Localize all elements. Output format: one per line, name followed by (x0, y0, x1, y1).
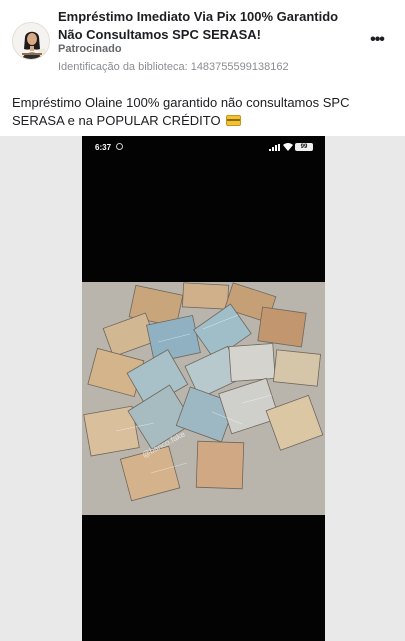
post-title[interactable]: Empréstimo Imediato Via Pix 100% Garanti… (58, 8, 358, 44)
status-notification-icon (116, 143, 123, 150)
money-photo: @banco.fake (82, 282, 325, 515)
battery-icon: 99 (295, 143, 313, 151)
library-id: Identificação da biblioteca: 14837555991… (58, 61, 289, 73)
advertiser-avatar[interactable] (12, 22, 50, 60)
woman-avatar-icon (13, 23, 49, 59)
signal-icon (269, 144, 280, 151)
phone-status-bar: 6:37 99 (82, 136, 325, 158)
credit-card-icon (226, 115, 242, 126)
more-options-icon: ••• (370, 31, 385, 48)
phone-screenshot: 6:37 99 @banco.fake (82, 136, 325, 641)
cash-bundles-image (82, 282, 325, 515)
more-options-button[interactable]: ••• (367, 30, 387, 50)
post-body-text: Empréstimo Olaine 100% garantido não con… (12, 95, 350, 128)
post-body: Empréstimo Olaine 100% garantido não con… (12, 94, 397, 130)
status-time: 6:37 (95, 143, 112, 152)
post-header: Empréstimo Imediato Via Pix 100% Garanti… (0, 0, 405, 86)
post-media[interactable]: 6:37 99 @banco.fake (0, 136, 405, 641)
sponsored-label: Patrocinado (58, 43, 122, 55)
wifi-icon (283, 143, 293, 151)
